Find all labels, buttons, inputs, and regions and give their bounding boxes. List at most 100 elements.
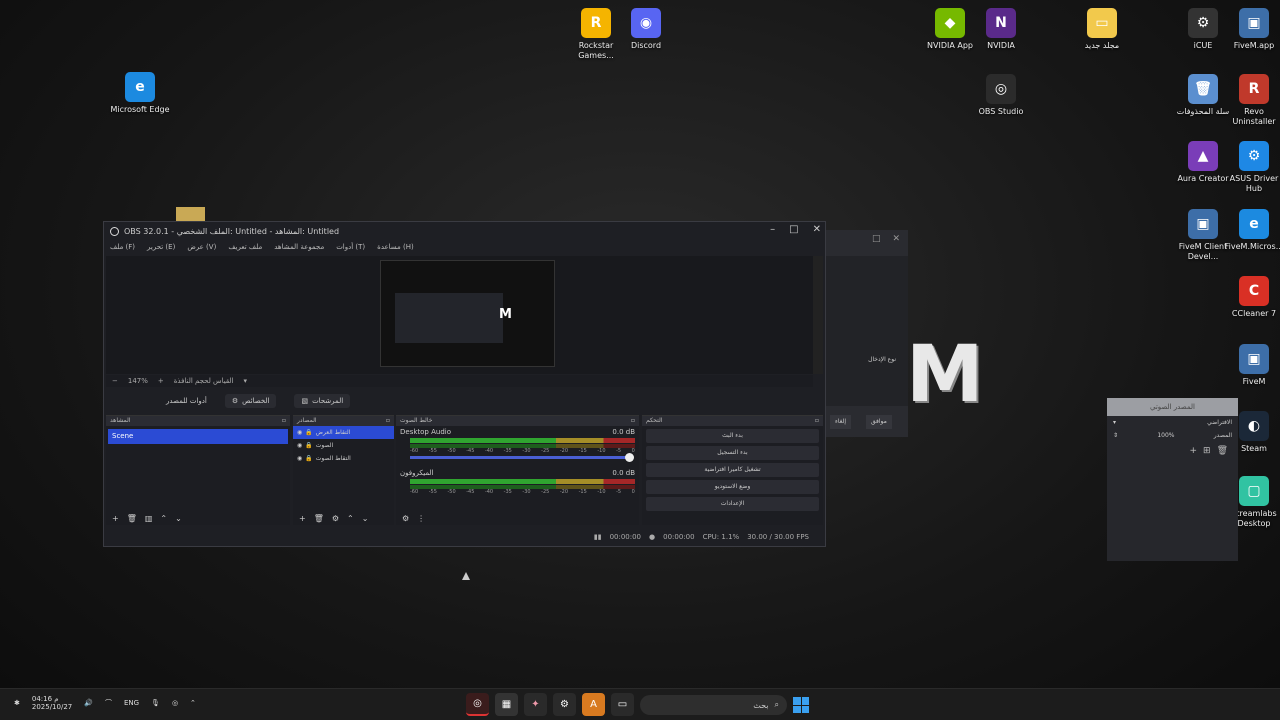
controls-title: التحكم [646, 417, 663, 424]
obs-tray-icon[interactable]: ◎ [172, 699, 178, 707]
panel-value[interactable]: 100% [1157, 432, 1174, 439]
settings-task-icon[interactable]: ⚙ [553, 693, 576, 716]
add-icon[interactable]: + [1189, 446, 1197, 456]
maximize-icon[interactable]: □ [789, 224, 798, 235]
menu-item[interactable]: ملف (F) [110, 243, 135, 251]
search-box[interactable]: بحث ⌕ [640, 695, 787, 715]
gear-icon[interactable]: ⚙ [402, 514, 409, 523]
cancel-button[interactable]: إلغاء [830, 415, 852, 429]
lock-icon[interactable]: 🔒 [305, 442, 312, 449]
dock-popout-icon[interactable]: ▫ [282, 417, 286, 425]
stepper-icon[interactable]: ⇕ [1113, 432, 1118, 439]
more-icon[interactable]: ⋮ [417, 514, 425, 523]
zoom-out-button[interactable]: − [112, 377, 118, 385]
gear-icon[interactable]: ⚙ [332, 514, 339, 523]
desktop-shortcut-label: FiveM.app [1233, 41, 1275, 50]
dock-popout-icon[interactable]: ▫ [631, 417, 635, 425]
grid-icon[interactable]: ⊞ [1203, 446, 1211, 456]
copilot-task-icon[interactable]: ✦ [524, 693, 547, 716]
close-icon[interactable]: ✕ [892, 234, 900, 246]
close-icon[interactable]: ✕ [813, 224, 821, 235]
eye-icon[interactable]: ◉ [297, 455, 302, 462]
desktop-shortcut[interactable]: e FiveM.Micros... [1222, 209, 1280, 252]
trash-icon[interactable]: 🗑 [314, 514, 324, 523]
channel-db: 0.0 dB [612, 428, 635, 436]
preview-scrollbar[interactable] [813, 256, 823, 374]
wifi-icon[interactable]: ⌒ [105, 698, 112, 708]
store-task-icon[interactable]: ▦ [495, 693, 518, 716]
maximize-icon[interactable]: □ [872, 234, 881, 246]
start-recording-button[interactable]: بدء التسجيل [646, 446, 819, 460]
desktop-shortcut[interactable]: ▭ مجلد جديد [1070, 8, 1134, 51]
source-item[interactable]: ◉ 🔒 الصوت [293, 439, 394, 452]
dock-popout-icon[interactable]: ▫ [386, 417, 390, 425]
dock-popout-icon[interactable]: ▫ [815, 417, 819, 425]
filter-icon[interactable]: ▥ [145, 514, 153, 523]
chevron-up-icon[interactable]: ⌃ [190, 699, 196, 707]
mouse-cursor-icon [462, 572, 470, 580]
menu-item[interactable]: مجموعة المشاهد [274, 243, 324, 251]
language-indicator[interactable]: ENG [124, 699, 139, 707]
meter-tick-label: -30 [522, 448, 531, 454]
desktop-shortcut[interactable]: e Microsoft Edge [108, 72, 172, 115]
menu-item[interactable]: ملف تعريف [228, 243, 262, 251]
virtual-camera-button[interactable]: تشغيل كاميرا افتراضية [646, 463, 819, 477]
scene-item[interactable]: Scene [108, 429, 288, 444]
volume-slider[interactable] [410, 453, 634, 462]
settings-button[interactable]: الإعدادات [646, 497, 819, 511]
desktop-shortcut[interactable]: N NVIDIA [969, 8, 1033, 51]
ok-button[interactable]: موافق [866, 415, 892, 429]
start-button[interactable] [793, 697, 809, 713]
start-streaming-button[interactable]: بدء البث [646, 429, 819, 443]
desktop-shortcut[interactable]: ◉ Discord [614, 8, 678, 51]
source-label: التقاط العرض [315, 429, 351, 436]
menu-item[interactable]: أدوات (T) [336, 243, 365, 251]
panel-dropdown[interactable]: ▾ الافتراضي [1107, 416, 1238, 429]
m-logo-graphic: M [906, 330, 984, 420]
desktop-shortcut[interactable]: ◎ OBS Studio [969, 74, 1033, 117]
chevron-down-icon[interactable]: ▾ [243, 377, 247, 385]
meter-tick-label: -10 [597, 448, 606, 454]
menu-item[interactable]: مساعدة (H) [377, 243, 414, 251]
desktop-shortcut[interactable]: ▣ FiveM [1222, 344, 1280, 387]
preview-canvas[interactable]: M [106, 256, 813, 374]
menu-item[interactable]: تحرير (E) [147, 243, 175, 251]
rec-time: 00:00:00 [663, 533, 695, 541]
notification-icon[interactable]: ✱ [14, 699, 20, 707]
eye-icon[interactable]: ◉ [297, 442, 302, 449]
trash-icon[interactable]: 🗑 [127, 514, 137, 523]
up-icon[interactable]: ⌃ [160, 514, 167, 523]
properties-button[interactable]: ⚙ الخصائص [224, 394, 277, 408]
speaker-icon[interactable]: 🔊 [84, 699, 93, 707]
source-item[interactable]: ◉ 🔒 التقاط العرض [293, 426, 394, 439]
lock-icon[interactable]: 🔒 [305, 455, 312, 462]
lock-icon[interactable]: 🔒 [305, 429, 312, 436]
minimize-icon[interactable]: – [770, 224, 775, 235]
studio-mode-button[interactable]: وضع الاستوديو [646, 480, 819, 494]
desktop-shortcut[interactable]: ▣ FiveM.app [1222, 8, 1280, 51]
up-icon[interactable]: ⌃ [347, 514, 354, 523]
desktop-shortcut[interactable]: ⚙ ASUS Driver Hub [1222, 141, 1280, 194]
filters-button[interactable]: ▧ المرشحات [294, 394, 351, 408]
microphone-icon[interactable]: 🎙 [151, 699, 160, 707]
obs-task-icon[interactable]: ◎ [466, 693, 489, 716]
fit-label[interactable]: القياس لحجم النافذة [174, 377, 234, 385]
clock[interactable]: م 04:16 2025/10/27 [32, 695, 72, 711]
file-explorer-task-icon[interactable]: ▭ [611, 693, 634, 716]
zoom-in-button[interactable]: + [158, 377, 164, 385]
app-task-icon[interactable]: A [582, 693, 605, 716]
meter-tick-label: -45 [466, 489, 475, 495]
trash-icon[interactable]: 🗑 [1217, 446, 1228, 456]
source-item[interactable]: ◉ 🔒 التقاط الصوت [293, 452, 394, 465]
down-icon[interactable]: ⌄ [362, 514, 369, 523]
chevron-down-icon[interactable]: ▾ [1113, 419, 1116, 426]
desktop-shortcut[interactable]: R Revo Uninstaller [1222, 74, 1280, 127]
menu-item[interactable]: عرض (V) [187, 243, 216, 251]
down-icon[interactable]: ⌄ [175, 514, 182, 523]
add-icon[interactable]: + [112, 514, 119, 523]
obs-logo-icon [110, 226, 119, 236]
slider-knob[interactable] [625, 453, 634, 462]
desktop-shortcut[interactable]: C CCleaner 7 [1222, 276, 1280, 319]
eye-icon[interactable]: ◉ [297, 429, 302, 436]
add-icon[interactable]: + [299, 514, 306, 523]
